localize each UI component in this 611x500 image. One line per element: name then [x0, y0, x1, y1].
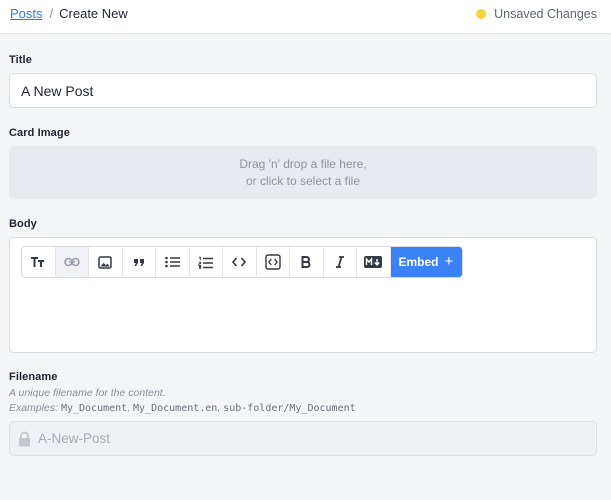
- link-icon: [63, 257, 80, 267]
- image-button[interactable]: [89, 247, 123, 277]
- filename-label: Filename: [9, 371, 58, 383]
- bullet-list-button[interactable]: [156, 247, 190, 277]
- code-button[interactable]: [223, 247, 257, 277]
- body-label: Body: [9, 218, 37, 230]
- text-size-icon: [31, 257, 45, 267]
- bold-button[interactable]: [290, 247, 324, 277]
- numbered-list-button[interactable]: [189, 247, 223, 277]
- save-status: Unsaved Changes: [476, 7, 597, 21]
- image-icon: [98, 255, 112, 269]
- status-dot-icon: [476, 9, 487, 19]
- editor-toolbar: Embed +: [21, 246, 464, 278]
- code-block-icon: [265, 254, 281, 270]
- title-input-value: A New Post: [21, 82, 94, 99]
- card-image-label: Card Image: [9, 127, 70, 139]
- lock-icon: [18, 431, 31, 447]
- filename-help-text: A unique filename for the content.: [9, 387, 166, 399]
- embed-button[interactable]: Embed +: [390, 247, 463, 277]
- examples-prefix: Examples:: [9, 402, 59, 414]
- link-button[interactable]: [55, 247, 89, 277]
- filename-examples: Examples: My_Document, My_Document.en, s…: [9, 402, 356, 414]
- dropzone-text-line2: or click to select a file: [245, 173, 361, 188]
- status-text: Unsaved Changes: [494, 7, 597, 21]
- dropzone-text-line1: Drag 'n' drop a file here,: [239, 156, 367, 171]
- title-label: Title: [9, 54, 32, 66]
- code-icon: [232, 257, 247, 267]
- body-editor[interactable]: Embed +: [9, 237, 597, 353]
- title-input[interactable]: A New Post: [9, 73, 597, 108]
- breadcrumb-current: Create New: [59, 6, 128, 21]
- markdown-button[interactable]: [357, 247, 391, 277]
- breadcrumb-posts-link[interactable]: Posts: [10, 7, 43, 21]
- card-image-dropzone[interactable]: Drag 'n' drop a file here, or click to s…: [9, 146, 597, 199]
- filename-input[interactable]: A-New-Post: [9, 421, 597, 456]
- heading-button[interactable]: [22, 247, 56, 277]
- example-2: My_Document.en: [133, 403, 218, 414]
- breadcrumb-separator: /: [49, 6, 54, 21]
- italic-button[interactable]: [323, 247, 357, 277]
- example-1: My_Document: [60, 403, 128, 414]
- italic-icon: [335, 256, 344, 268]
- bold-icon: [301, 256, 311, 268]
- bullet-list-icon: [164, 256, 180, 268]
- top-bar: Posts / Create New Unsaved Changes: [0, 0, 611, 34]
- numbered-list-icon: [198, 256, 214, 269]
- breadcrumb: Posts / Create New: [10, 7, 128, 21]
- embed-label: Embed: [398, 255, 439, 269]
- filename-value: A-New-Post: [38, 431, 111, 446]
- plus-icon: +: [444, 253, 454, 270]
- quote-button[interactable]: [122, 247, 156, 277]
- example-3: sub-folder/My_Document: [223, 403, 356, 414]
- quote-icon: [133, 259, 144, 266]
- code-block-button[interactable]: [256, 247, 290, 277]
- markdown-icon: [364, 256, 383, 268]
